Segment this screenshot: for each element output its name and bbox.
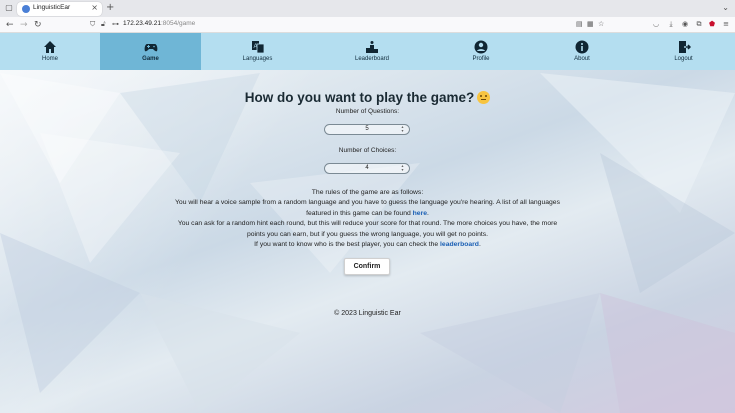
nav-logout-label: Logout [674, 56, 693, 62]
shield-icon[interactable]: ⛉ [90, 20, 98, 29]
tab-overview-icon[interactable]: ▢ [4, 3, 14, 13]
close-tab-icon[interactable]: × [91, 3, 98, 12]
rules-text: The rules of the game are as follows: Yo… [170, 188, 565, 250]
rules-p1-end: . [427, 209, 429, 217]
nav-profile-label: Profile [472, 56, 490, 62]
user-icon [474, 40, 488, 54]
home-icon [44, 41, 56, 53]
languages-link[interactable]: here [413, 210, 427, 217]
rules-paragraph-1: You will hear a voice sample from a rand… [170, 198, 565, 219]
nav-leaderboard-label: Leaderboard [354, 56, 390, 62]
nav-game-label: Game [142, 56, 159, 62]
browser-toolbar: ← → ↻ ⛉ 🔓︎ ⊶ 172.23.49.21:8054/game ▤ ▦ … [0, 17, 735, 33]
nav-about-label: About [574, 56, 590, 62]
extensions-icon[interactable]: ⧉ [695, 20, 703, 28]
nav-languages[interactable]: A Languages [201, 33, 314, 70]
rules-paragraph-2: You can ask for a random hint each round… [177, 220, 558, 238]
confirm-button[interactable]: Confirm [344, 258, 390, 275]
reader-view-icon[interactable]: ▤ [576, 20, 584, 29]
info-icon [575, 40, 589, 54]
thinking-face-icon [477, 91, 491, 104]
footer-copyright: © 2023 Linguistic Ear [334, 310, 401, 317]
bookmark-star-icon[interactable]: ☆ [598, 20, 606, 29]
downloads-icon[interactable]: ⤓ [667, 20, 675, 28]
nav-home[interactable]: Home [0, 33, 100, 70]
choices-value: 4 [365, 165, 369, 171]
new-tab-button[interactable]: + [106, 2, 114, 13]
reload-icon[interactable]: ↻ [34, 19, 42, 31]
list-tabs-chevron-icon[interactable]: ⌄ [722, 3, 729, 12]
rules-p3-text: If you want to know who is the best play… [254, 241, 441, 249]
ublock-shield-icon[interactable]: ⬟ [708, 20, 716, 28]
rules-heading: The rules of the game are as follows: [311, 189, 424, 196]
svg-text:A: A [253, 44, 257, 50]
main-navigation: Home Game A Languages Leaderboard Profil… [0, 33, 735, 70]
nav-profile[interactable]: Profile [430, 33, 532, 70]
url-path: :8054/game [160, 20, 196, 27]
pocket-icon[interactable]: ◡ [652, 20, 660, 28]
nav-languages-label: Languages [242, 56, 273, 62]
choices-label: Number of Choices: [338, 147, 397, 154]
nav-game[interactable]: Game [100, 33, 201, 70]
browser-tab[interactable]: LinguisticEar × [17, 2, 102, 16]
stepper-arrows-icon[interactable]: ▲ ▼ [400, 125, 405, 133]
rules-p1-text: You will hear a voice sample from a rand… [175, 199, 560, 217]
lock-insecure-icon[interactable]: 🔓︎ [101, 20, 109, 29]
forward-icon[interactable]: → [20, 19, 28, 31]
url-bar[interactable]: ⛉ 🔓︎ ⊶ 172.23.49.21:8054/game ▤ ▦ ☆ [88, 19, 608, 31]
browser-tab-bar: ▢ LinguisticEar × + ⌄ [0, 0, 735, 17]
rules-paragraph-3: If you want to know who is the best play… [170, 240, 565, 250]
url-text: 172.23.49.21:8054/game [123, 20, 195, 27]
gamepad-icon [144, 44, 157, 52]
nav-logout[interactable]: Logout [632, 33, 735, 70]
translate-icon: A [251, 41, 264, 54]
stepper-arrows-icon[interactable]: ▲ ▼ [400, 164, 405, 172]
url-host: 172.23.49.21 [123, 20, 161, 27]
menu-icon[interactable]: ≡ [722, 20, 730, 28]
leaderboard-link[interactable]: leaderboard [440, 241, 479, 248]
nav-about[interactable]: About [532, 33, 632, 70]
choices-stepper[interactable]: 4 ▲ ▼ [324, 163, 410, 174]
questions-value: 5 [365, 126, 369, 132]
questions-label: Number of Questions: [335, 108, 400, 115]
tab-title: LinguisticEar [33, 4, 71, 11]
permissions-icon[interactable]: ⊶ [112, 20, 120, 29]
page-title-text: How do you want to play the game? [244, 90, 475, 105]
game-page: Home Game A Languages Leaderboard Profil… [0, 33, 735, 413]
logout-icon [678, 41, 691, 53]
account-icon[interactable]: ◉ [681, 20, 689, 28]
nav-leaderboard[interactable]: Leaderboard [314, 33, 430, 70]
rules-p3-end: . [478, 241, 481, 249]
qr-code-icon[interactable]: ▦ [587, 20, 595, 29]
questions-stepper[interactable]: 5 ▲ ▼ [324, 124, 410, 135]
page-title: How do you want to play the game? [0, 90, 735, 105]
nav-home-label: Home [41, 56, 58, 62]
favicon-icon [22, 5, 30, 13]
back-icon[interactable]: ← [6, 19, 14, 31]
podium-icon [366, 41, 378, 53]
